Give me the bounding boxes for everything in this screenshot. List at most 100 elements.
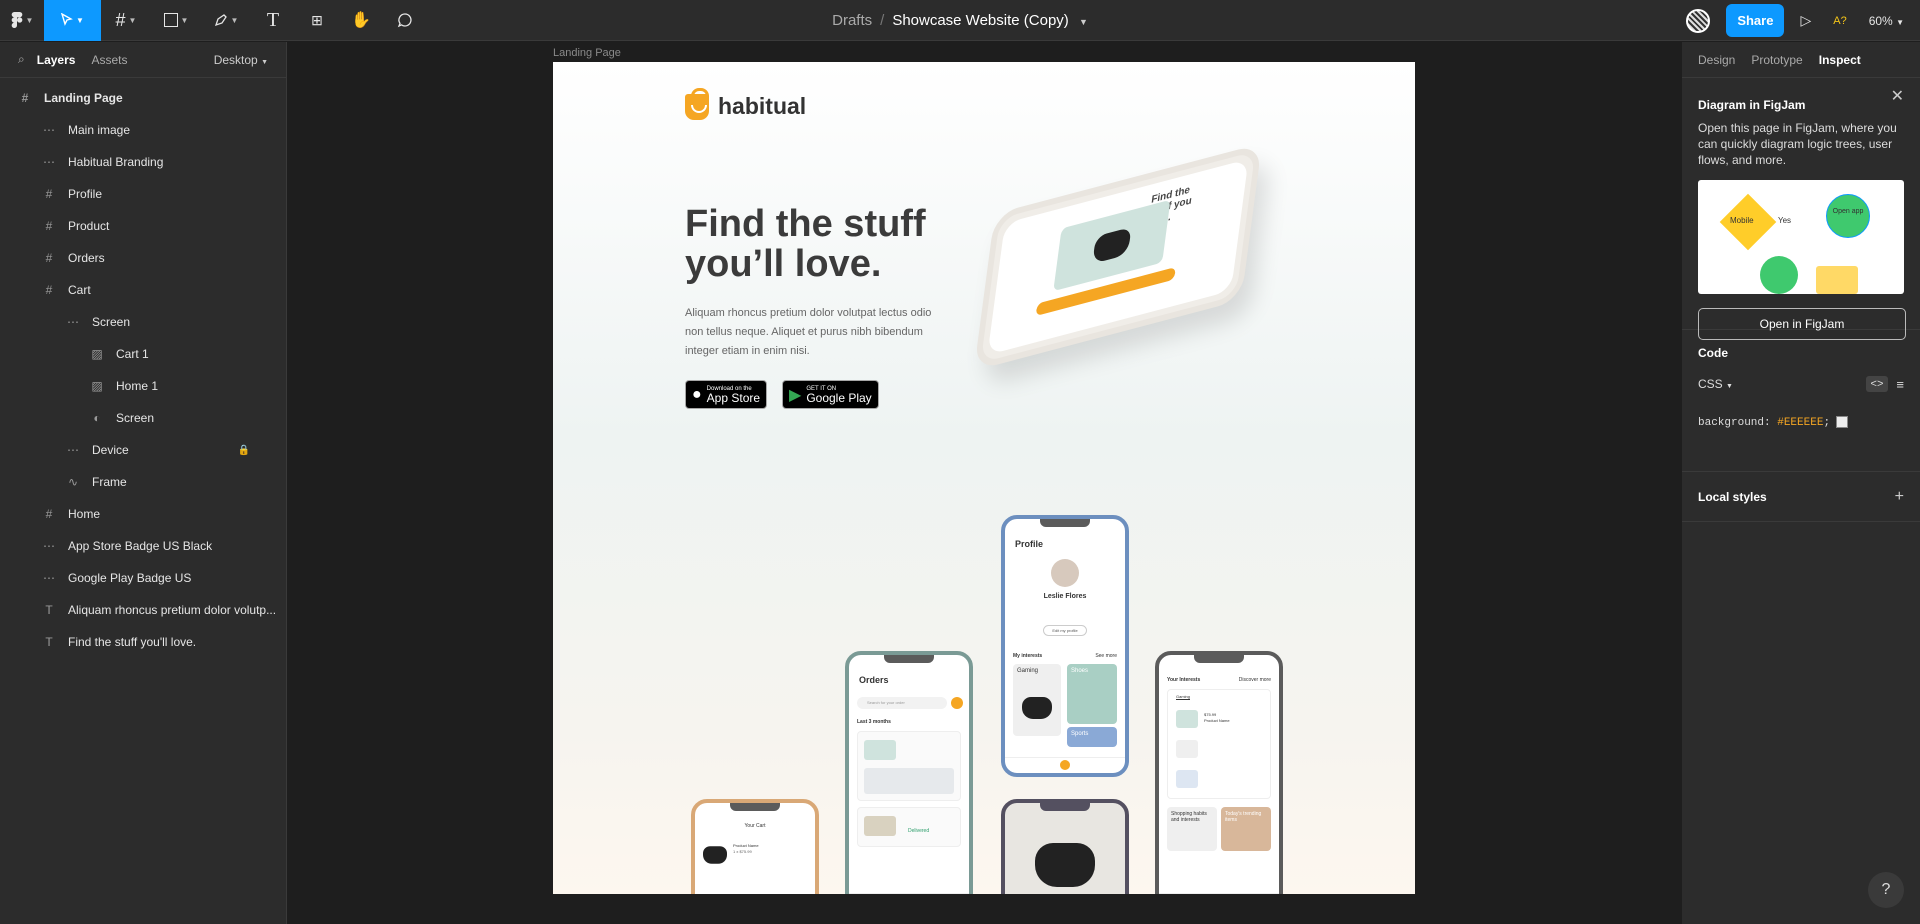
layer-label: Screen (92, 315, 131, 329)
present-button[interactable]: ▷ (1800, 12, 1811, 29)
layer-screen[interactable]: ⋯ Screen (0, 306, 286, 338)
figjam-title: Diagram in FigJam (1698, 98, 1806, 112)
bag-icon (685, 87, 709, 120)
order-card: Delivered (857, 807, 961, 847)
layer-headline-text[interactable]: T Find the stuff you'll love. (0, 626, 286, 658)
shape-tool-button[interactable]: ▼ (151, 0, 201, 41)
controller-image (1022, 697, 1052, 719)
text-icon: T (45, 603, 53, 617)
frame-tool-button[interactable]: # ▼ (101, 0, 151, 41)
text-icon: T (45, 635, 53, 649)
layer-screen-mask[interactable]: ◐ Screen (0, 402, 286, 434)
code-language-select[interactable]: CSS ▼ (1698, 377, 1733, 391)
frame-icon: # (45, 251, 53, 265)
frame-icon: # (45, 219, 53, 233)
avatar[interactable] (1686, 8, 1711, 33)
layer-device[interactable]: ⋯ Device 🔒 (0, 434, 286, 466)
chevron-down-icon[interactable]: ▼ (1079, 17, 1088, 27)
layer-google-play-badge[interactable]: ⋯ Google Play Badge US (0, 562, 286, 594)
file-name[interactable]: Showcase Website (Copy) (892, 12, 1068, 29)
phone-nav-bar (849, 893, 969, 894)
pen-icon (214, 14, 227, 27)
tile-label: Sports (1071, 731, 1089, 737)
play-icon: ▷ (1800, 12, 1812, 28)
layer-label: Cart 1 (116, 347, 149, 361)
layer-frame[interactable]: ∿ Frame (0, 466, 286, 498)
controller-image (1035, 843, 1095, 887)
pen-tool-button[interactable]: ▼ (201, 0, 251, 41)
profile-avatar (1051, 559, 1079, 587)
product-name: Product Name (1204, 718, 1230, 723)
layer-body-text[interactable]: T Aliquam rhoncus pretium dolor volutp... (0, 594, 286, 626)
open-in-figjam-button[interactable]: Open in FigJam (1698, 308, 1906, 340)
tab-inspect[interactable]: Inspect (1819, 53, 1861, 67)
add-icon[interactable]: + (1895, 488, 1904, 506)
main-menu-button[interactable]: ▼ (0, 0, 44, 41)
layer-habitual-branding[interactable]: ⋯ Habitual Branding (0, 146, 286, 178)
see-more-link: See more (1095, 653, 1117, 659)
text-tool-button[interactable]: T (251, 0, 295, 41)
layer-app-store-badge[interactable]: ⋯ App Store Badge US Black (0, 530, 286, 562)
tab-prototype[interactable]: Prototype (1751, 53, 1802, 67)
landing-page-frame[interactable]: habitual Find the stuff you’ll love. Ali… (553, 62, 1415, 894)
move-tool-button[interactable]: ▼ (44, 0, 101, 41)
tab-layers[interactable]: Layers (37, 53, 76, 67)
order-search: Search for your order (857, 697, 947, 709)
chevron-down-icon: ▼ (230, 15, 239, 25)
phone-nav-bar (1005, 757, 1125, 773)
canvas[interactable]: Landing Page habitual Find the stuff you… (288, 42, 1681, 924)
help-button[interactable]: ? (1868, 872, 1904, 908)
layer-label: Screen (116, 411, 155, 425)
cart-item-price: 1 x $75.99 (733, 849, 752, 854)
frame-icon: # (21, 91, 29, 105)
figjam-mobile-label: Mobile (1730, 216, 1754, 225)
frame-icon: # (45, 507, 53, 521)
app-store-badge: ● Download on the App Store (685, 380, 768, 409)
page-selector[interactable]: Desktop ▼ (214, 53, 268, 67)
code-snippet[interactable]: background: #EEEEEE; (1698, 416, 1904, 429)
figjam-preview: Mobile Yes Open app (1698, 180, 1904, 294)
drafts-link[interactable]: Drafts (832, 12, 872, 29)
tilted-phone-mockup: Find the stuff you love. (973, 143, 1263, 371)
search-icon[interactable]: ⌕ (18, 52, 25, 67)
code-title: Code (1698, 346, 1728, 360)
google-play-badge: ▶ GET IT ON Google Play (782, 380, 879, 409)
comment-tool-button[interactable] (383, 0, 427, 41)
layer-home[interactable]: # Home (0, 498, 286, 530)
layer-home-1[interactable]: ▨ Home 1 (0, 370, 286, 402)
cart-item-name: Product Name (733, 843, 759, 848)
code-property: background: (1698, 416, 1771, 429)
layer-product[interactable]: # Product (0, 210, 286, 242)
group-icon: ⋯ (67, 443, 79, 457)
code-view-icon[interactable]: <> (1865, 376, 1889, 392)
list-view-icon[interactable]: ≡ (1896, 377, 1904, 392)
close-icon[interactable]: ✕ (1891, 86, 1904, 106)
share-button[interactable]: Share (1726, 4, 1785, 37)
orders-period: Last 3 months (857, 719, 891, 725)
layer-cart-1[interactable]: ▨ Cart 1 (0, 338, 286, 370)
color-swatch (1836, 416, 1849, 428)
tab-assets[interactable]: Assets (91, 53, 127, 67)
group-icon: ⋯ (43, 155, 55, 169)
tile-label: Gaming (1017, 668, 1039, 674)
lock-icon[interactable]: 🔒 (238, 445, 250, 456)
filter-button (951, 697, 963, 709)
layer-orders[interactable]: # Orders (0, 242, 286, 274)
frame-label[interactable]: Landing Page (553, 47, 621, 59)
interests-list: Gaming $75.99 Product Name (1167, 689, 1271, 799)
phone-title: Your Interests (1167, 677, 1201, 683)
figjam-yes-label: Yes (1778, 216, 1792, 225)
resources-button[interactable]: ⊞ (295, 0, 339, 41)
hand-tool-button[interactable]: ✋ (339, 0, 383, 41)
layer-profile[interactable]: # Profile (0, 178, 286, 210)
group-icon: ⋯ (43, 539, 55, 553)
layer-cart[interactable]: # Cart (0, 274, 286, 306)
tab-design[interactable]: Design (1698, 53, 1735, 67)
layer-label: Home 1 (116, 379, 159, 393)
badge-big-text: App Store (706, 390, 761, 405)
layer-main-image[interactable]: ⋯ Main image (0, 114, 286, 146)
layer-landing-page[interactable]: # Landing Page (0, 82, 286, 114)
accessibility-button[interactable]: A? (1833, 15, 1846, 27)
layer-label: Aliquam rhoncus pretium dolor volutp... (68, 603, 277, 617)
zoom-menu[interactable]: 60% ▼ (1869, 14, 1904, 28)
